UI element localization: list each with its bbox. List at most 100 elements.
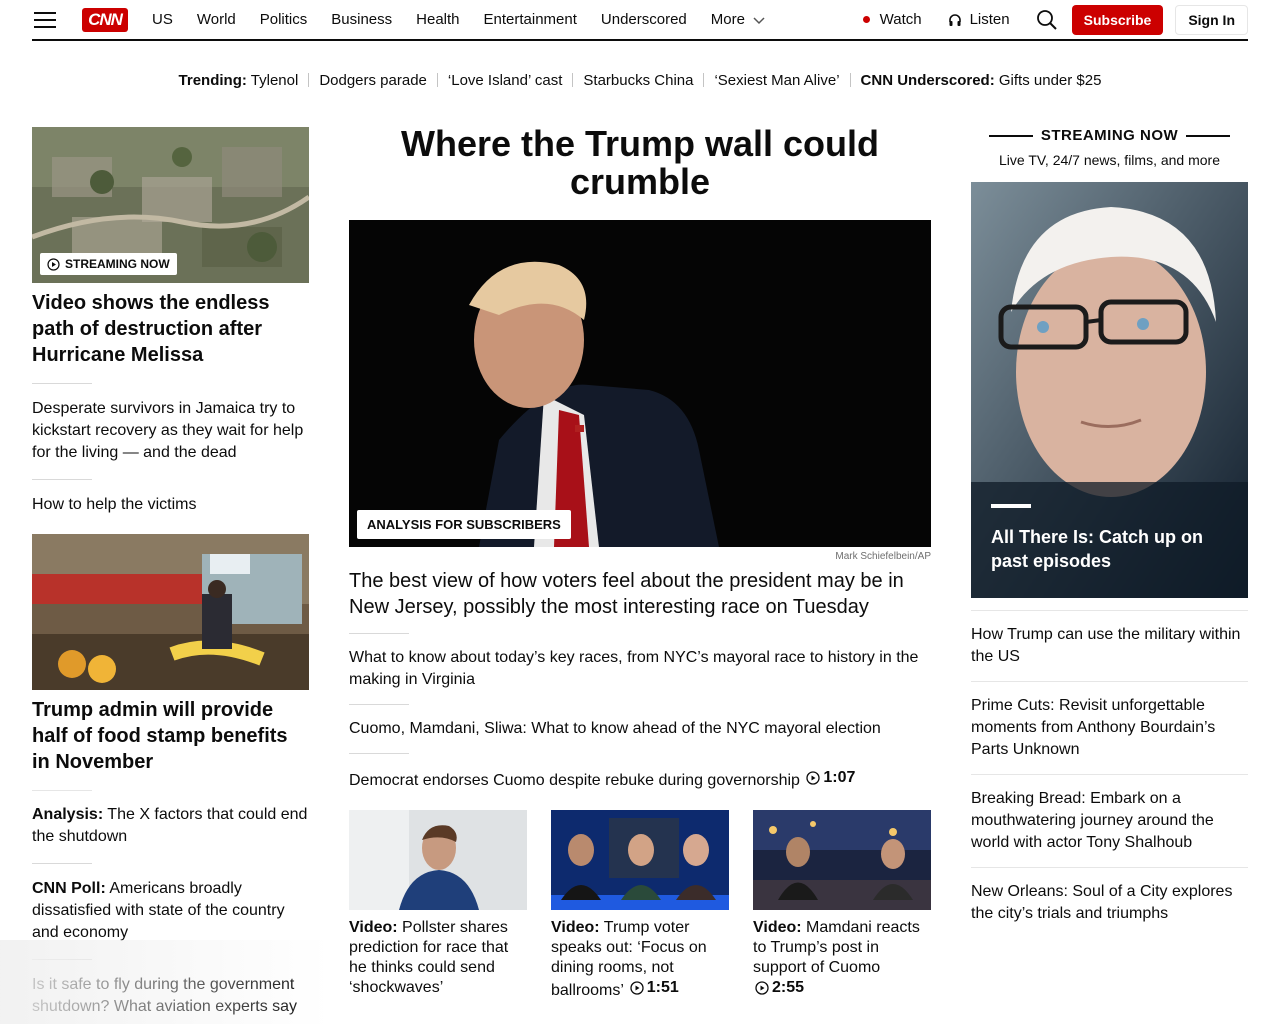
play-icon xyxy=(806,771,821,785)
trump-hero-image[interactable]: ANALYSIS FOR SUBSCRIBERS xyxy=(349,220,931,547)
story-label: Analysis: xyxy=(32,806,104,823)
story-link[interactable]: How Trump can use the military within th… xyxy=(971,611,1248,682)
watch-label: Watch xyxy=(879,11,922,28)
nav-underscored[interactable]: Underscored xyxy=(601,11,687,28)
story-link[interactable]: Cuomo, Mamdani, Sliwa: What to know ahea… xyxy=(349,718,931,740)
trending-item[interactable]: Starbucks China xyxy=(583,72,693,89)
headline-link[interactable]: Trump admin will provide half of food st… xyxy=(32,697,309,775)
video-card[interactable]: Video: Trump voter speaks out: ‘Focus on… xyxy=(551,810,729,1001)
duration-value: 1:51 xyxy=(646,979,679,996)
trending-item[interactable]: ‘Sexiest Man Alive’ xyxy=(714,72,839,89)
divider xyxy=(349,704,409,705)
badge-label: STREAMING NOW xyxy=(65,257,170,271)
pollster-thumbnail xyxy=(349,810,527,910)
divider xyxy=(849,73,851,87)
center-column: Where the Trump wall could crumble ANALY… xyxy=(349,125,931,1001)
divider xyxy=(308,73,310,87)
story-link[interactable]: Analysis: The X factors that could end t… xyxy=(32,804,309,848)
video-card[interactable]: Video: Pollster shares prediction for ra… xyxy=(349,810,527,1001)
story-text: Democrat endorses Cuomo despite rebuke d… xyxy=(349,772,800,789)
video-duration: 1:07 xyxy=(806,767,855,789)
duration-value: 1:07 xyxy=(823,769,856,786)
trending-bar: Trending: Tylenol Dodgers parade ‘Love Isl… xyxy=(0,72,1280,89)
live-dot-icon xyxy=(862,16,870,23)
trending-underscored[interactable]: CNN Underscored: Gifts under $25 xyxy=(861,72,1102,89)
watch-link[interactable]: Watch xyxy=(862,11,922,28)
listen-link[interactable]: Listen xyxy=(948,11,1010,28)
nav-world[interactable]: World xyxy=(197,11,236,28)
divider xyxy=(32,863,92,864)
play-icon xyxy=(47,257,60,271)
video-thumbs: Video: Pollster shares prediction for ra… xyxy=(349,810,931,1001)
nav-business[interactable]: Business xyxy=(331,11,392,28)
headphones-icon xyxy=(948,13,961,26)
divider xyxy=(32,383,92,384)
menu-icon[interactable] xyxy=(34,11,56,28)
main-headline[interactable]: Where the Trump wall could crumble xyxy=(349,125,931,201)
voters-panel-thumbnail xyxy=(551,810,729,910)
streaming-now-badge: STREAMING NOW xyxy=(40,253,177,275)
caption-label: Video: xyxy=(551,919,600,936)
trending-item[interactable]: Dodgers parade xyxy=(319,72,427,89)
streaming-subtitle: Live TV, 24/7 news, films, and more xyxy=(999,152,1220,168)
sign-in-button[interactable]: Sign In xyxy=(1175,4,1248,35)
nav-politics[interactable]: Politics xyxy=(260,11,308,28)
headline-link[interactable]: Video shows the endless path of destruct… xyxy=(32,290,309,368)
nav-us[interactable]: US xyxy=(152,11,173,28)
right-column: STREAMING NOW Live TV, 24/7 news, films,… xyxy=(971,127,1248,938)
story-link[interactable]: CNN Poll: Americans broadly dissatisfied… xyxy=(32,878,309,944)
streaming-now-header: STREAMING NOW xyxy=(971,127,1248,144)
story-link[interactable]: New Orleans: Soul of a City explores the… xyxy=(971,868,1248,938)
underscored-text: Gifts under $25 xyxy=(998,72,1102,89)
divider xyxy=(572,73,574,87)
cnn-logo[interactable]: CNN xyxy=(82,7,128,32)
divider xyxy=(349,633,409,634)
hurricane-aerial-image[interactable]: STREAMING NOW xyxy=(32,127,309,283)
nav-more-label: More xyxy=(710,11,745,28)
video-caption: Video: Trump voter speaks out: ‘Focus on… xyxy=(551,918,729,1001)
right-story-list: How Trump can use the military within th… xyxy=(971,610,1248,938)
market-photo xyxy=(32,534,309,690)
chevron-down-icon xyxy=(753,16,765,24)
story-link[interactable]: What to know about today’s key races, fr… xyxy=(349,647,931,691)
story-link[interactable]: Breaking Bread: Embark on a mouthwaterin… xyxy=(971,775,1248,868)
caption-label: Video: xyxy=(349,919,398,936)
story-link[interactable]: Is it safe to fly during the government … xyxy=(32,974,309,1018)
food-market-image[interactable] xyxy=(32,534,309,690)
promo-accent-bar xyxy=(991,504,1031,508)
caption-label: Video: xyxy=(753,919,802,936)
divider xyxy=(1186,134,1231,137)
video-card[interactable]: Video: Mamdani reacts to Trump’s post in… xyxy=(753,810,931,1001)
divider xyxy=(703,73,705,87)
subscribe-button[interactable]: Subscribe xyxy=(1071,4,1164,35)
divider xyxy=(32,790,92,791)
nav-more[interactable]: More xyxy=(711,11,765,28)
all-there-is-promo[interactable]: All There Is: Catch up on past episodes xyxy=(971,182,1248,598)
story-label: CNN Poll: xyxy=(32,880,106,897)
trending-item[interactable]: ‘Love Island’ cast xyxy=(448,72,563,89)
video-caption: Video: Pollster shares prediction for ra… xyxy=(349,918,527,998)
site-header: CNN US World Politics Business Health En… xyxy=(32,0,1248,41)
streaming-head-label: STREAMING NOW xyxy=(1040,127,1179,144)
trending-item[interactable]: Tylenol xyxy=(251,72,299,89)
photo-credit: Mark Schiefelbein/AP xyxy=(835,551,931,562)
video-story-link[interactable]: Democrat endorses Cuomo despite rebuke d… xyxy=(349,767,931,792)
divider xyxy=(436,73,438,87)
play-icon xyxy=(755,981,769,995)
divider xyxy=(988,134,1033,137)
nav-health[interactable]: Health xyxy=(416,11,459,28)
video-duration: 2:55 xyxy=(755,978,804,998)
nav-entertainment[interactable]: Entertainment xyxy=(484,11,577,28)
underscored-label: CNN Underscored: xyxy=(860,72,995,89)
divider xyxy=(349,753,409,754)
hero-photo xyxy=(349,220,931,547)
promo-title: All There Is: Catch up on past episodes xyxy=(991,527,1204,571)
video-caption: Video: Mamdani reacts to Trump’s post in… xyxy=(753,918,931,1001)
story-link[interactable]: Desperate survivors in Jamaica try to ki… xyxy=(32,398,309,464)
search-icon[interactable] xyxy=(1036,9,1058,31)
subhead-link[interactable]: The best view of how voters feel about t… xyxy=(349,568,931,620)
main-nav: US World Politics Business Health Entert… xyxy=(140,11,777,28)
story-link[interactable]: Prime Cuts: Revisit unforgettable moment… xyxy=(971,682,1248,775)
header-actions: Watch Listen Subscribe Sign In xyxy=(862,4,1248,35)
story-link[interactable]: How to help the victims xyxy=(32,494,309,516)
